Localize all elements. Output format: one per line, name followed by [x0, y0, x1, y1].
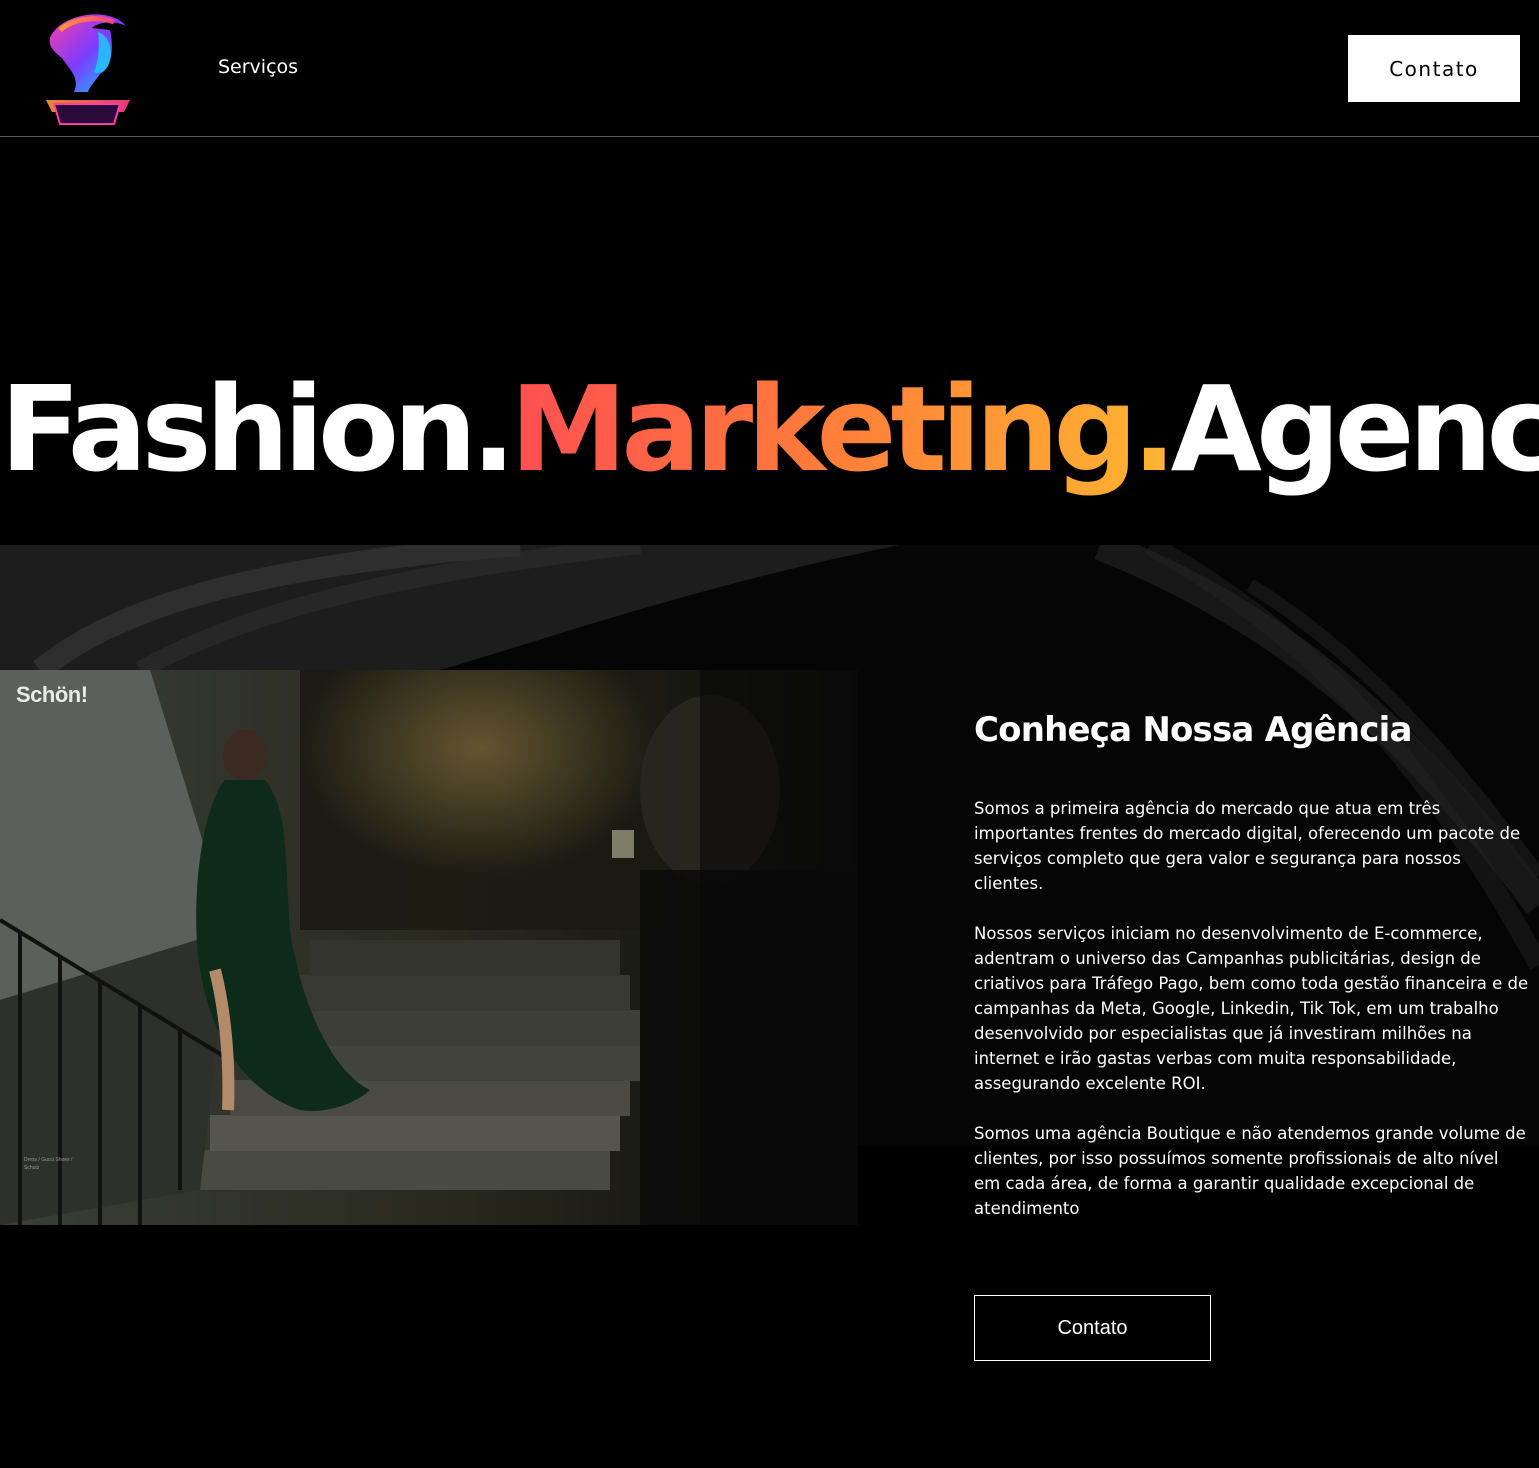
photo-credit-caption: Dress / Gucci Shoes / Schutz	[24, 1157, 73, 1171]
hero-headline: Fashion.Marketing.Agency.	[0, 354, 1539, 504]
about-body: Somos a primeira agência do mercado que …	[974, 796, 1529, 1246]
hero-word-marketing: Marketing.	[509, 360, 1177, 499]
hero-word-fashion: Fashion.	[0, 360, 516, 499]
about-paragraph: Somos uma agência Boutique e não atendem…	[974, 1124, 1526, 1218]
about-contact-button[interactable]: Contato	[974, 1295, 1211, 1361]
hero-word-agency: Agency.	[1170, 360, 1539, 499]
fma-logo[interactable]	[40, 8, 134, 128]
about-paragraph: Somos a primeira agência do mercado que …	[974, 799, 1521, 893]
page: Serviços Contato Fashion.Marketing.Agenc…	[0, 0, 1539, 1468]
about-paragraph: Nossos serviços iniciam no desenvolvimen…	[974, 924, 1529, 1093]
about-title: Conheça Nossa Agência	[974, 710, 1412, 750]
header-contact-button[interactable]: Contato	[1348, 35, 1520, 102]
photo-brand-logo: Schön!	[16, 682, 88, 707]
site-header: Serviços Contato	[0, 0, 1539, 137]
campaign-photo: Schön! Dress / Gucci Shoes / Schutz	[0, 670, 858, 1225]
nav-link-servicos[interactable]: Serviços	[218, 56, 298, 78]
